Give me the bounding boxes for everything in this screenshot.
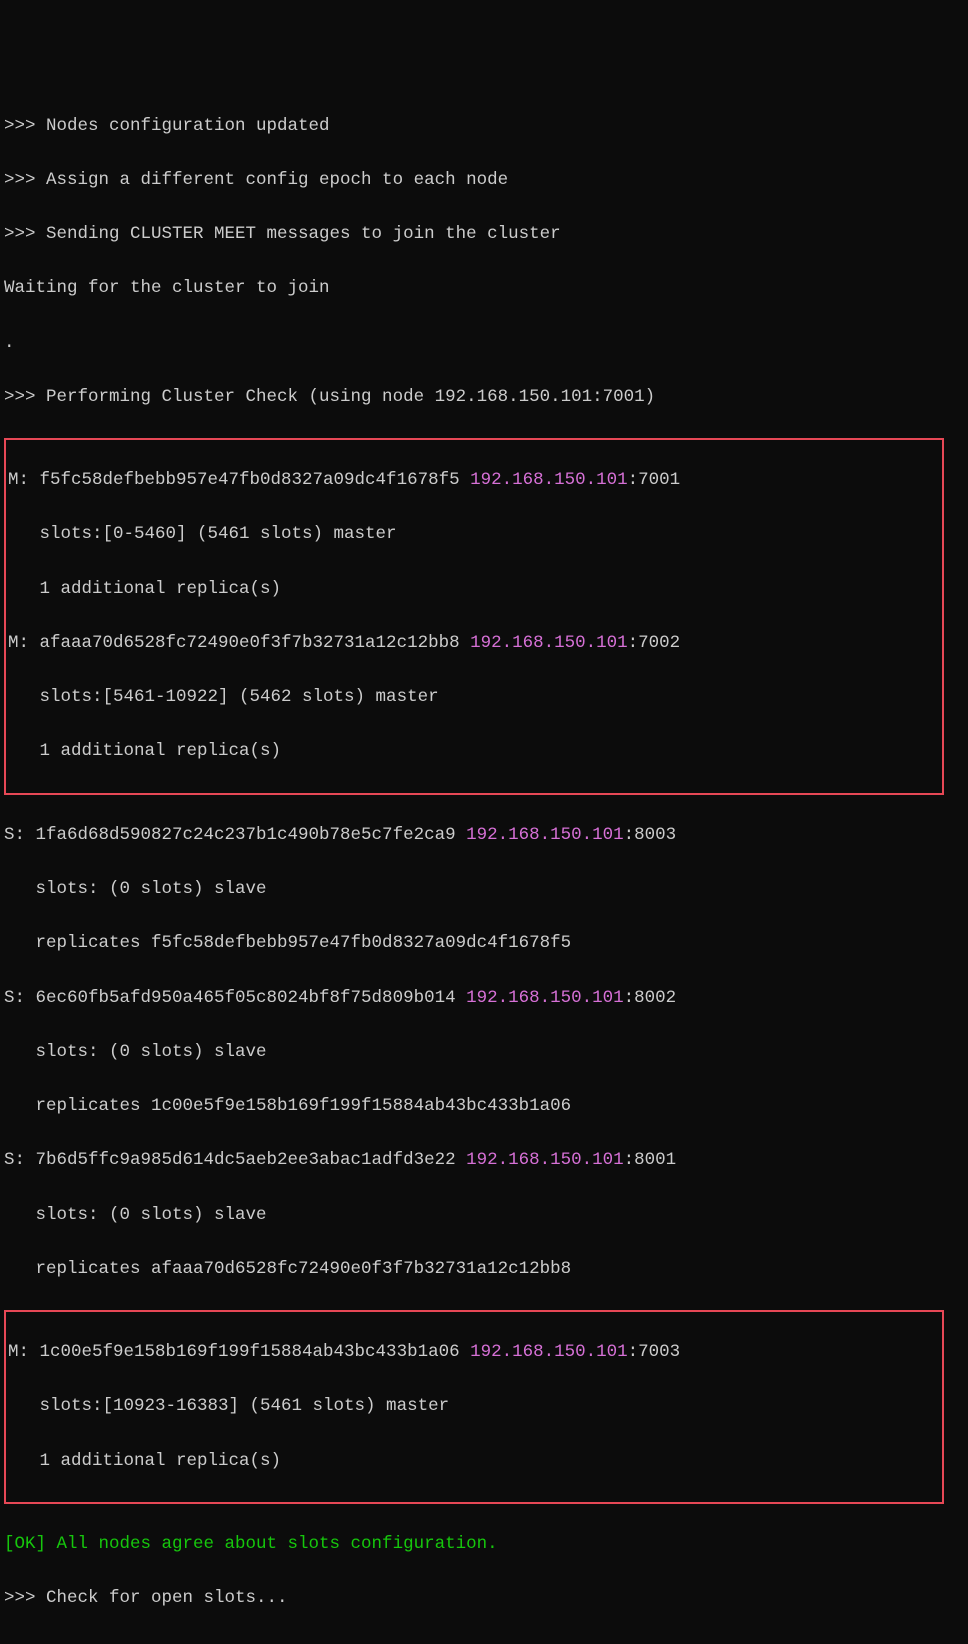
replicates-line: replicates 1c00e5f9e158b169f199f15884ab4…	[4, 1093, 964, 1120]
node-port: :7003	[628, 1342, 681, 1362]
node-ip: 192.168.150.101	[470, 470, 628, 490]
node-port: :7002	[628, 633, 681, 653]
log-line: >>> Nodes configuration updated	[4, 113, 964, 140]
node-prefix: M: 1c00e5f9e158b169f199f15884ab43bc433b1…	[8, 1342, 470, 1362]
replicates-line: replicates afaaa70d6528fc72490e0f3f7b327…	[4, 1256, 964, 1283]
slave-node-line: S: 1fa6d68d590827c24c237b1c490b78e5c7fe2…	[4, 822, 964, 849]
node-port: :7001	[628, 470, 681, 490]
master-node-line: M: 1c00e5f9e158b169f199f15884ab43bc433b1…	[8, 1339, 940, 1366]
node-port: :8002	[624, 988, 677, 1008]
log-line: >>> Check for open slots...	[4, 1585, 964, 1612]
ok-status-line: [OK] All nodes agree about slots configu…	[4, 1531, 964, 1558]
replica-line: 1 additional replica(s)	[8, 576, 940, 603]
node-prefix: M: f5fc58defbebb957e47fb0d8327a09dc4f167…	[8, 470, 470, 490]
node-prefix: M: afaaa70d6528fc72490e0f3f7b32731a12c12…	[8, 633, 470, 653]
node-ip: 192.168.150.101	[466, 988, 624, 1008]
slots-line: slots: (0 slots) slave	[4, 1039, 964, 1066]
log-line: >>> Assign a different config epoch to e…	[4, 167, 964, 194]
log-line: Waiting for the cluster to join	[4, 275, 964, 302]
terminal-output: >>> Nodes configuration updated >>> Assi…	[4, 85, 964, 1644]
slave-node-line: S: 6ec60fb5afd950a465f05c8024bf8f75d809b…	[4, 985, 964, 1012]
node-prefix: S: 7b6d5ffc9a985d614dc5aeb2ee3abac1adfd3…	[4, 1150, 466, 1170]
slave-node-line: S: 7b6d5ffc9a985d614dc5aeb2ee3abac1adfd3…	[4, 1147, 964, 1174]
node-ip: 192.168.150.101	[466, 1150, 624, 1170]
node-prefix: S: 6ec60fb5afd950a465f05c8024bf8f75d809b…	[4, 988, 466, 1008]
slots-line: slots:[0-5460] (5461 slots) master	[8, 521, 940, 548]
highlight-box-masters-1: M: f5fc58defbebb957e47fb0d8327a09dc4f167…	[4, 438, 944, 795]
node-prefix: S: 1fa6d68d590827c24c237b1c490b78e5c7fe2…	[4, 825, 466, 845]
slots-line: slots:[10923-16383] (5461 slots) master	[8, 1393, 940, 1420]
slots-line: slots:[5461-10922] (5462 slots) master	[8, 684, 940, 711]
node-ip: 192.168.150.101	[470, 633, 628, 653]
master-node-line: M: f5fc58defbebb957e47fb0d8327a09dc4f167…	[8, 467, 940, 494]
log-line: .	[4, 330, 964, 357]
highlight-box-masters-2: M: 1c00e5f9e158b169f199f15884ab43bc433b1…	[4, 1310, 944, 1504]
node-ip: 192.168.150.101	[470, 1342, 628, 1362]
log-line: >>> Sending CLUSTER MEET messages to joi…	[4, 221, 964, 248]
log-line: >>> Performing Cluster Check (using node…	[4, 384, 964, 411]
slots-line: slots: (0 slots) slave	[4, 1202, 964, 1229]
master-node-line: M: afaaa70d6528fc72490e0f3f7b32731a12c12…	[8, 630, 940, 657]
node-port: :8001	[624, 1150, 677, 1170]
replica-line: 1 additional replica(s)	[8, 738, 940, 765]
replica-line: 1 additional replica(s)	[8, 1448, 940, 1475]
replicates-line: replicates f5fc58defbebb957e47fb0d8327a0…	[4, 930, 964, 957]
slots-line: slots: (0 slots) slave	[4, 876, 964, 903]
log-line: >>> Check slots coverage...	[4, 1640, 964, 1644]
node-port: :8003	[624, 825, 677, 845]
node-ip: 192.168.150.101	[466, 825, 624, 845]
